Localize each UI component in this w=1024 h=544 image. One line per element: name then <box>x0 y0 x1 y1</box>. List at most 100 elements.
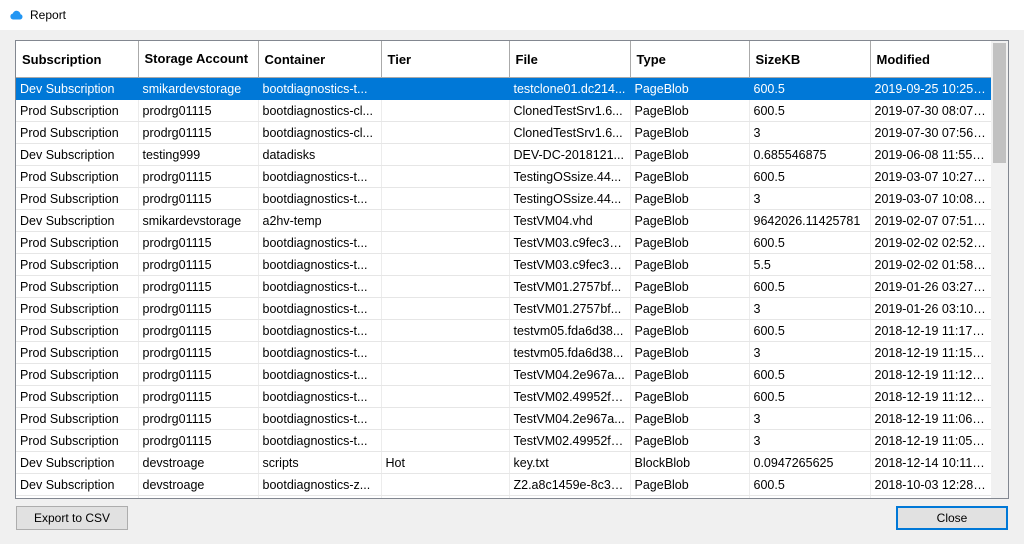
cell-type: PageBlob <box>630 166 749 188</box>
cell-modified: 2019-01-26 03:27:39 <box>870 276 991 298</box>
cell-tier <box>381 276 509 298</box>
cell-container: bootdiagnostics-t... <box>258 166 381 188</box>
cell-tier <box>381 100 509 122</box>
cell-modified: 2018-12-19 11:15:09 <box>870 342 991 364</box>
cell-file: ClonedTestSrv1.6... <box>509 100 630 122</box>
report-grid[interactable]: Subscription Storage Account Container T… <box>15 40 1009 499</box>
cell-type: PageBlob <box>630 364 749 386</box>
col-sizekb[interactable]: SizeKB <box>749 41 870 78</box>
cell-storage_account: devstroage <box>138 452 258 474</box>
table-row[interactable]: Prod Subscriptionprodrg01115bootdiagnost… <box>16 298 991 320</box>
cell-sizekb: 600.5 <box>749 276 870 298</box>
cell-file: TestVM01.2757bf... <box>509 298 630 320</box>
col-container[interactable]: Container <box>258 41 381 78</box>
close-button[interactable]: Close <box>896 506 1008 530</box>
table-row[interactable]: Prod Subscriptionprodrg01115bootdiagnost… <box>16 188 991 210</box>
scroll-thumb[interactable] <box>993 43 1006 163</box>
export-csv-button[interactable]: Export to CSV <box>16 506 128 530</box>
table-row[interactable]: Dev SubscriptiondevstroagescriptsHotkey.… <box>16 452 991 474</box>
cell-container: bootdiagnostics-t... <box>258 188 381 210</box>
table-row[interactable]: Prod Subscriptionprodrg01115bootdiagnost… <box>16 100 991 122</box>
cell-file: TestVM03.c9fec30... <box>509 254 630 276</box>
cell-storage_account: smikardevstorage <box>138 78 258 100</box>
cell-modified: 2019-09-25 10:25:27 <box>870 78 991 100</box>
table-row[interactable]: Dev Subscriptionsmikardevstoragebootdiag… <box>16 78 991 100</box>
cell-file: TestVM04.2e967a... <box>509 364 630 386</box>
cell-sizekb: 3 <box>749 430 870 452</box>
cell-storage_account: prodrg01115 <box>138 188 258 210</box>
maximize-button[interactable]:  <box>932 0 978 30</box>
cell-subscription: Dev Subscription <box>16 144 138 166</box>
cell-tier <box>381 210 509 232</box>
cell-file: testclone01.dc214... <box>509 78 630 100</box>
cell-tier <box>381 144 509 166</box>
cell-storage_account: prodrg01115 <box>138 408 258 430</box>
cell-file: TestVM02.49952fb... <box>509 430 630 452</box>
cell-storage_account: devstroage <box>138 496 258 499</box>
cell-storage_account: prodrg01115 <box>138 430 258 452</box>
cell-type: PageBlob <box>630 78 749 100</box>
cell-storage_account: prodrg01115 <box>138 364 258 386</box>
cell-storage_account: prodrg01115 <box>138 254 258 276</box>
cell-tier <box>381 430 509 452</box>
cell-subscription: Prod Subscription <box>16 100 138 122</box>
table-row[interactable]: Prod Subscriptionprodrg01115bootdiagnost… <box>16 232 991 254</box>
cell-storage_account: prodrg01115 <box>138 298 258 320</box>
col-file[interactable]: File <box>509 41 630 78</box>
table-row[interactable]: Dev Subscriptiondevstroagebootdiagnostic… <box>16 474 991 496</box>
cell-type: BlockBlob <box>630 452 749 474</box>
cell-tier <box>381 474 509 496</box>
cell-tier <box>381 386 509 408</box>
cell-storage_account: devstroage <box>138 474 258 496</box>
cell-container: bootdiagnostics-t... <box>258 254 381 276</box>
table-row[interactable]: Prod Subscriptionprodrg01115bootdiagnost… <box>16 166 991 188</box>
col-modified[interactable]: Modified <box>870 41 991 78</box>
table-row[interactable]: Prod Subscriptionprodrg01115bootdiagnost… <box>16 254 991 276</box>
cell-type: PageBlob <box>630 100 749 122</box>
cell-subscription: Prod Subscription <box>16 364 138 386</box>
col-storage-account[interactable]: Storage Account <box>138 41 258 78</box>
table-row[interactable]: Prod Subscriptionprodrg01115bootdiagnost… <box>16 122 991 144</box>
table-row[interactable]: Prod Subscriptionprodrg01115bootdiagnost… <box>16 276 991 298</box>
cell-modified: 2019-02-02 01:58:43 <box>870 254 991 276</box>
cell-file: TestVM04.vhd <box>509 210 630 232</box>
cell-modified: 2018-12-19 11:12:58 <box>870 364 991 386</box>
cell-file: TestingOSsize.44... <box>509 166 630 188</box>
cell-file: TestVM03.c9fec30... <box>509 232 630 254</box>
minimize-button[interactable]:  <box>886 0 932 30</box>
col-subscription[interactable]: Subscription <box>16 41 138 78</box>
cell-tier <box>381 78 509 100</box>
cell-modified: 2019-02-02 02:52:43 <box>870 232 991 254</box>
cell-container: a2hv-temp <box>258 210 381 232</box>
table-row[interactable]: Prod Subscriptionprodrg01115bootdiagnost… <box>16 364 991 386</box>
cell-type: PageBlob <box>630 122 749 144</box>
cell-file: TestVM04.2e967a... <box>509 408 630 430</box>
cell-modified: 2019-02-07 07:51:33 <box>870 210 991 232</box>
close-window-button[interactable]:  <box>978 0 1024 30</box>
cell-sizekb: 3 <box>749 188 870 210</box>
table-row[interactable]: Prod Subscriptionprodrg01115bootdiagnost… <box>16 342 991 364</box>
cell-tier <box>381 364 509 386</box>
col-type[interactable]: Type <box>630 41 749 78</box>
vertical-scrollbar[interactable] <box>991 41 1008 498</box>
cell-modified: 2018-10-03 12:23:50 <box>870 496 991 499</box>
cell-modified: 2018-12-19 11:17:09 <box>870 320 991 342</box>
table-row[interactable]: Dev Subscriptiontesting999datadisksDEV-D… <box>16 144 991 166</box>
cell-modified: 2019-03-07 10:27:25 <box>870 166 991 188</box>
table-row[interactable]: Prod Subscriptionprodrg01115bootdiagnost… <box>16 430 991 452</box>
cell-tier <box>381 254 509 276</box>
table-row[interactable]: Prod Subscriptionprodrg01115bootdiagnost… <box>16 320 991 342</box>
table-row[interactable]: Prod Subscriptionprodrg01115bootdiagnost… <box>16 408 991 430</box>
cell-sizekb: 3 <box>749 342 870 364</box>
cell-type: PageBlob <box>630 298 749 320</box>
cell-subscription: Prod Subscription <box>16 320 138 342</box>
cell-container: bootdiagnostics-t... <box>258 78 381 100</box>
cell-sizekb: 600.5 <box>749 232 870 254</box>
cell-modified: 2019-03-07 10:08:25 <box>870 188 991 210</box>
table-row[interactable]: Dev Subscriptiondevstroagebootdiagnostic… <box>16 496 991 499</box>
table-row[interactable]: Prod Subscriptionprodrg01115bootdiagnost… <box>16 386 991 408</box>
cell-file: TestVM01.2757bf... <box>509 276 630 298</box>
cell-subscription: Prod Subscription <box>16 386 138 408</box>
table-row[interactable]: Dev Subscriptionsmikardevstoragea2hv-tem… <box>16 210 991 232</box>
col-tier[interactable]: Tier <box>381 41 509 78</box>
